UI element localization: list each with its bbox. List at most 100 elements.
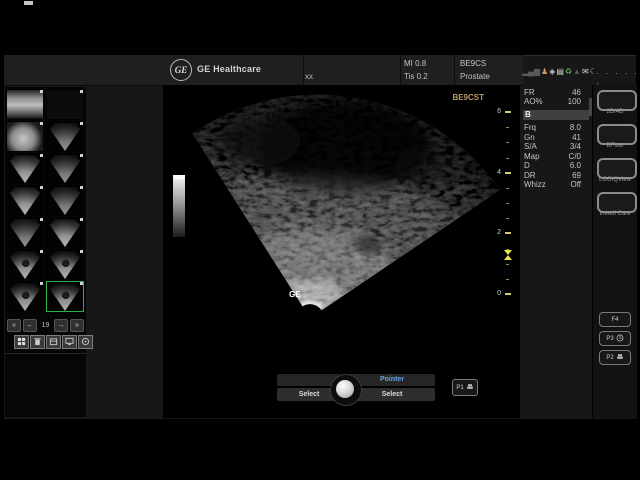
thumbnail-image xyxy=(47,90,83,119)
param-row-whizz: WhizzOff xyxy=(523,180,585,189)
thumbnail-corner-mark xyxy=(80,282,83,285)
param-row-frq: Frq8.0 xyxy=(523,123,585,132)
focus-marker-icon[interactable] xyxy=(504,250,512,260)
thumbnail-corner-mark xyxy=(80,90,83,93)
brand-text: GE Healthcare xyxy=(197,64,261,74)
p3-label: P3 xyxy=(606,336,613,342)
thumbnail-image xyxy=(47,154,83,183)
thumbnail[interactable] xyxy=(6,89,44,120)
param-value: Off xyxy=(570,180,581,189)
trackball-ball xyxy=(336,380,354,398)
param-label: AO% xyxy=(524,97,543,106)
thumbnail[interactable] xyxy=(6,153,44,184)
thumbnail-corner-mark xyxy=(40,122,43,125)
grid-tool-button[interactable] xyxy=(14,335,29,349)
depth-tick-minor xyxy=(506,158,509,159)
thumbnail-image xyxy=(47,122,83,151)
p1-print-button[interactable]: P1 xyxy=(452,379,478,396)
p2-button[interactable]: P2 xyxy=(599,350,631,365)
depth-label: 6 xyxy=(497,108,501,115)
soft-button-label: BFlow xyxy=(593,143,637,149)
prev-page-button[interactable]: ← xyxy=(23,319,37,332)
first-page-button[interactable]: « xyxy=(7,319,21,332)
grayscale-notch xyxy=(175,177,183,179)
f4-button[interactable]: F4 xyxy=(599,312,631,327)
soft-key-column: 2D/4D BFlow LOGIQView Ineedl Care F4 P3 P2 xyxy=(592,85,637,418)
thumbnail-corner-mark xyxy=(40,218,43,221)
param-value: 69 xyxy=(572,171,581,180)
wifi-icon: ◈ xyxy=(549,67,555,77)
mi-readout: MI 0.8 xyxy=(404,59,426,68)
monitor-tool-button[interactable] xyxy=(62,335,77,349)
grayscale-bar xyxy=(173,175,185,237)
monitor-icon xyxy=(65,333,74,351)
p3-button[interactable]: P3 xyxy=(599,331,631,346)
ultrasound-image-area[interactable]: GE BE9CST 6420 xyxy=(163,85,520,418)
signal-bars-icon: ▂▄▆ xyxy=(522,67,540,77)
thumbnail-corner-mark xyxy=(80,250,83,253)
soft-button-label: Ineedl Care xyxy=(593,211,637,217)
thumbnail[interactable] xyxy=(46,121,84,152)
thumbnail[interactable] xyxy=(6,249,44,280)
page-number: 19 xyxy=(39,322,52,329)
scroll-tab[interactable] xyxy=(589,98,592,116)
soft-button-label: LOGIQView xyxy=(593,177,637,183)
thumbnail-image xyxy=(47,218,83,247)
depth-tick-major xyxy=(505,232,511,234)
soft-button-ineedl-care[interactable] xyxy=(597,192,637,213)
thumbnail[interactable] xyxy=(6,185,44,216)
param-label: Gn xyxy=(524,133,535,142)
thumbnail-selected[interactable] xyxy=(46,281,84,312)
soft-button-logiqview[interactable] xyxy=(597,158,637,179)
trackball-indicator[interactable] xyxy=(330,374,362,406)
thumbnail[interactable] xyxy=(6,217,44,248)
thumbnail-image xyxy=(7,186,43,215)
thumbnail[interactable] xyxy=(46,249,84,280)
last-page-button[interactable]: » xyxy=(70,319,84,332)
thumbnail-corner-mark xyxy=(80,154,83,157)
thumbnail[interactable] xyxy=(6,121,44,152)
param-value: 3/4 xyxy=(570,142,581,151)
depth-tick-minor xyxy=(506,279,509,280)
thumbnail[interactable] xyxy=(46,153,84,184)
depth-tick-major xyxy=(505,111,511,113)
thumbnail-image xyxy=(7,250,43,279)
thumbnail-corner-mark xyxy=(40,154,43,157)
trash-tool-button[interactable] xyxy=(30,335,45,349)
depth-tick-minor xyxy=(506,218,509,219)
param-row-sa: S/A3/4 xyxy=(523,142,585,151)
annotation-text: xx xyxy=(305,72,313,81)
thumbnail-corner-mark xyxy=(80,122,83,125)
exam-preset: Prostate xyxy=(460,72,490,81)
clock-icon xyxy=(616,334,624,344)
pointer-tool-label[interactable]: Pointer xyxy=(349,374,435,386)
soft-button-label: 2D/4D xyxy=(593,109,637,115)
thumbnail[interactable] xyxy=(46,185,84,216)
mode-header: B xyxy=(523,110,589,120)
param-label: Frq xyxy=(524,123,536,132)
param-value: C/0 xyxy=(569,152,581,161)
titlebar-divider xyxy=(400,55,401,85)
param-row-dr: DR 69 xyxy=(523,171,585,180)
ultrasound-system-screen: GE GE Healthcare xx MI 0.8 Tis 0.2 BE9CS… xyxy=(0,0,640,480)
thumbnail-image xyxy=(47,250,83,279)
status-icon-strip: ▂▄▆♟◈▤♻▲✉☾ xyxy=(522,65,594,79)
user-icon: ♟ xyxy=(541,67,548,77)
param-label: FR xyxy=(524,88,535,97)
soft-button-2d-4d[interactable] xyxy=(597,90,637,111)
soft-button-bflow[interactable] xyxy=(597,124,637,145)
disk-tool-button[interactable] xyxy=(78,335,93,349)
thumbnail[interactable] xyxy=(6,281,44,312)
card-icon: ▤ xyxy=(556,67,564,77)
archive-tool-button[interactable] xyxy=(46,335,61,349)
thumbnail[interactable] xyxy=(46,89,84,120)
param-label: D xyxy=(524,161,530,170)
thumbnail-grid xyxy=(6,89,85,312)
title-bar: GE GE Healthcare xx MI 0.8 Tis 0.2 BE9CS… xyxy=(4,55,523,86)
thumbnail-image xyxy=(7,218,43,247)
ultrasound-fan: GE xyxy=(163,85,520,418)
param-label: DR xyxy=(524,171,536,180)
thumbnail[interactable] xyxy=(46,217,84,248)
next-page-button[interactable]: → xyxy=(54,319,68,332)
thumbnail-corner-mark xyxy=(40,90,43,93)
